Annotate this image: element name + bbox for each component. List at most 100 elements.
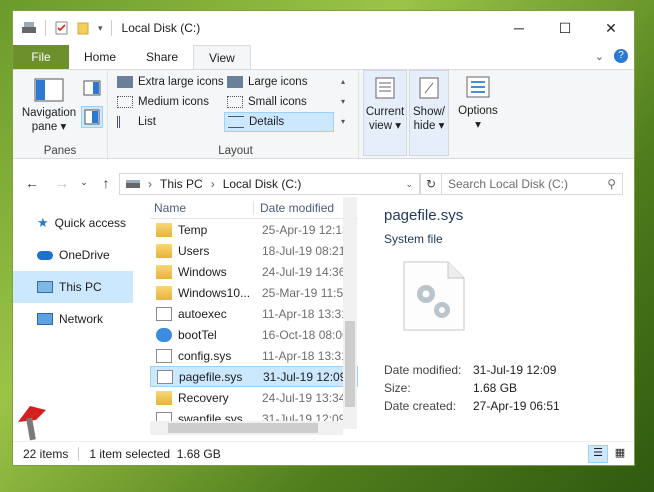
column-header-name[interactable]: Name [150,200,254,215]
table-row[interactable]: Recovery 24-Jul-19 13:34 [150,387,358,408]
close-button[interactable]: ✕ [588,11,634,45]
folder-icon [156,222,172,237]
property-value: 1.68 GB [473,381,518,395]
minimize-button[interactable]: ─ [496,11,542,45]
property-date-modified: Date modified: 31-Jul-19 12:09 [384,361,560,379]
layout-medium-icons[interactable]: Medium icons [114,92,224,112]
properties-icon[interactable] [54,21,70,35]
nav-item-label: This PC [59,280,102,294]
window-title: Local Disk (C:) [121,21,201,35]
drive-icon [126,180,140,188]
customize-toolbar-chevron-icon[interactable]: ▾ [98,23,103,34]
layout-list[interactable]: List [114,112,224,132]
options-icon [466,76,490,98]
maximize-button[interactable]: ☐ [542,11,588,45]
file-date: 25-Apr-19 12:13 [262,222,349,237]
layout-small-icons[interactable]: Small icons [224,92,334,112]
breadcrumb-this-pc[interactable]: This PC [160,177,203,191]
system-file-icon [156,306,172,321]
navigation-pane-button[interactable]: Navigation pane ▾ [19,78,79,134]
current-view-button[interactable]: Current view ▾ [363,70,407,156]
current-view-label: Current view ▾ [365,106,405,132]
tab-share[interactable]: Share [131,45,193,69]
details-view-icon[interactable]: ☰ [588,445,608,463]
layout-large-icons[interactable]: Large icons [224,72,334,92]
breadcrumb-local-disk[interactable]: Local Disk (C:) [223,177,302,191]
preview-file-name: pagefile.sys [384,207,464,224]
property-key: Size: [384,381,411,395]
address-bar[interactable]: › This PC › Local Disk (C:) ⌄ [119,173,420,195]
options-button[interactable]: Options ▾ [453,76,503,132]
horizontal-scrollbar[interactable] [150,421,343,435]
table-row[interactable]: autoexec 11-Apr-18 13:31 [150,303,358,324]
panes-group: Navigation pane ▾ Panes [13,70,108,160]
file-name: bootTel [178,327,217,342]
vertical-scroll-thumb[interactable] [345,321,355,407]
file-name: config.sys [178,348,232,363]
address-dropdown-chevron-icon[interactable]: ⌄ [405,179,413,190]
vertical-scrollbar[interactable] [343,197,357,429]
system-file-gear-icon [402,260,466,335]
view-switcher: ☰ ▦ [588,445,630,463]
ribbon: Navigation pane ▾ Panes Extra large icon… [13,69,634,160]
search-input[interactable]: Search Local Disk (C:) ⚲ [441,173,623,195]
refresh-icon: ↻ [425,177,437,191]
layout-scroll[interactable]: ▴ ▾ ▾ [337,72,349,132]
help-icon[interactable]: ? [614,49,628,63]
expand-ribbon-chevron-icon[interactable]: ⌄ [595,50,604,63]
nav-item-this-pc[interactable]: This PC [13,271,133,303]
nav-item-quick-access[interactable]: ★ Quick access [13,207,133,239]
table-row[interactable]: Windows 24-Jul-19 14:36 [150,261,358,282]
show-hide-icon [419,77,439,99]
options-label: Options ▾ [458,105,498,131]
layout-item-label: List [138,116,156,128]
file-date: 25-Mar-19 11:50 [262,285,350,300]
list-icon [117,116,133,128]
table-row-selected[interactable]: pagefile.sys 31-Jul-19 12:09 [150,366,358,387]
status-bar: 22 items 1 item selected 1.68 GB ☰ ▦ [13,441,634,465]
table-row[interactable]: bootTel 16-Oct-18 08:06 [150,324,358,345]
table-row[interactable]: config.sys 11-Apr-18 13:31 [150,345,358,366]
show-hide-button[interactable]: Show/ hide ▾ [409,70,449,156]
layout-details[interactable]: Details [224,112,334,132]
breadcrumb-separator-icon: › [148,177,152,191]
quick-access-toolbar: ▾ [13,20,114,36]
file-list: Name Date modified Temp 25-Apr-19 12:13 … [150,197,358,437]
file-date: 18-Jul-19 08:21 [262,243,346,258]
large-icons-view-icon[interactable]: ▦ [610,445,630,463]
tab-file[interactable]: File [13,45,69,69]
tab-home[interactable]: Home [69,45,131,69]
internet-explorer-icon [156,327,172,342]
details-pane-icon [84,109,100,125]
nav-item-onedrive[interactable]: OneDrive [13,239,133,271]
layout-extra-large-icons[interactable]: Extra large icons [114,72,224,92]
current-view-icon [375,77,395,99]
back-arrow-icon[interactable]: ← [19,175,45,191]
details-pane-button[interactable] [81,106,103,128]
ribbon-tabs: File Home Share View ⌄ ? [13,45,634,69]
watermark-logo [14,402,50,445]
cloud-icon [37,250,53,260]
search-icon: ⚲ [607,177,616,191]
layout-item-label: Small icons [248,96,307,108]
horizontal-scroll-thumb[interactable] [168,423,318,433]
property-key: Date modified: [384,363,462,377]
table-row[interactable]: Temp 25-Apr-19 12:13 [150,219,358,240]
extra-large-icons-icon [117,76,133,88]
layout-group-label: Layout [218,145,253,157]
preview-pane-icon [83,80,101,96]
column-header-date-modified[interactable]: Date modified [254,201,334,215]
file-list-header: Name Date modified [150,197,358,219]
file-date: 16-Oct-18 08:06 [262,327,349,342]
up-arrow-icon[interactable]: ↑ [93,175,119,191]
file-name: Temp [178,222,208,237]
tab-view[interactable]: View [193,45,251,69]
window-controls: ─ ☐ ✕ [496,11,634,45]
table-row[interactable]: Windows10... 25-Mar-19 11:50 [150,282,358,303]
nav-item-network[interactable]: Network [13,303,133,335]
file-name: Recovery [178,390,229,405]
preview-pane-button[interactable] [83,80,101,96]
refresh-button[interactable]: ↻ [420,173,442,195]
table-row[interactable]: Users 18-Jul-19 08:21 [150,240,358,261]
new-folder-icon[interactable] [76,21,92,35]
